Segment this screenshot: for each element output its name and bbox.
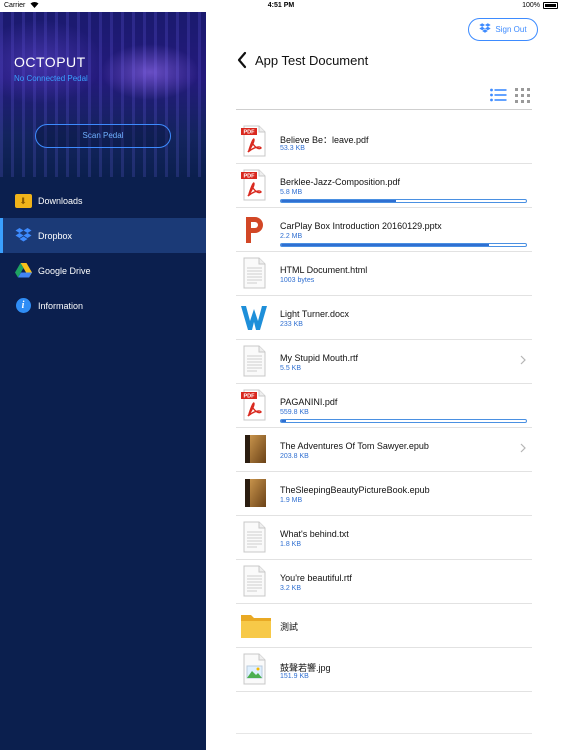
file-row[interactable]: The Adventures Of Tom Sawyer.epub 203.8 K… xyxy=(236,428,532,472)
document-icon xyxy=(240,565,268,597)
download-progress-bar xyxy=(280,199,527,203)
file-size: 559.8 KB xyxy=(280,409,309,416)
word-icon xyxy=(240,301,268,333)
document-icon xyxy=(240,345,268,377)
download-progress-fill xyxy=(281,200,397,202)
sidebar: OCTOPUT No Connected Pedal Scan Pedal Do… xyxy=(0,12,206,750)
file-row[interactable]: HTML Document.html 1003 bytes xyxy=(236,252,532,296)
file-size: 203.8 KB xyxy=(280,453,309,460)
pdf-icon: PDF xyxy=(240,389,268,421)
file-name: What's behind.txt xyxy=(280,529,349,539)
file-row[interactable]: Light Turner.docx 233 KB xyxy=(236,296,532,340)
powerpoint-icon xyxy=(240,213,268,245)
clock: 4:51 PM xyxy=(267,2,295,9)
info-icon: i xyxy=(14,298,32,314)
file-size: 233 KB xyxy=(280,321,303,328)
file-size: 1.8 KB xyxy=(280,541,302,548)
divider xyxy=(236,733,532,734)
battery-percentage: 100% xyxy=(522,2,540,9)
download-progress-fill xyxy=(281,244,490,246)
file-name: CarPlay Box Introduction 20160129.pptx xyxy=(280,221,442,231)
file-name: The Adventures Of Tom Sawyer.epub xyxy=(280,441,429,451)
pdf-icon: PDF xyxy=(240,169,268,201)
file-row[interactable]: PDF Berklee-Jazz-Composition.pdf 5.8 MB xyxy=(236,164,532,208)
battery-icon xyxy=(543,2,558,9)
divider xyxy=(236,109,532,110)
dropbox-icon xyxy=(14,228,32,244)
app-title: OCTOPUT xyxy=(14,54,86,70)
google-drive-icon xyxy=(14,263,32,279)
sidebar-nav: Downloads Dropbox Google Drive i Infor xyxy=(0,183,206,323)
sign-out-label: Sign Out xyxy=(495,25,527,34)
file-name: My Stupid Mouth.rtf xyxy=(280,353,359,363)
main-panel: Sign Out App Test Document PDF Believe Be… xyxy=(206,12,562,750)
downloads-folder-icon xyxy=(14,193,32,209)
file-size: 1003 bytes xyxy=(280,277,315,284)
file-size: 53.3 KB xyxy=(280,145,305,152)
pdf-icon: PDF xyxy=(240,125,268,157)
file-row[interactable]: 測試 xyxy=(236,604,532,648)
file-name: Berklee-Jazz-Composition.pdf xyxy=(280,177,401,187)
image-file-icon xyxy=(240,653,268,685)
sidebar-item-label: Information xyxy=(38,300,84,311)
file-name: 測試 xyxy=(280,622,299,632)
download-progress-bar xyxy=(280,419,527,423)
page-title: App Test Document xyxy=(255,53,369,68)
dropbox-icon xyxy=(479,23,492,36)
file-size: 5.5 KB xyxy=(280,365,302,372)
status-bar: Carrier 4:51 PM 100% xyxy=(0,0,562,12)
sidebar-item-downloads[interactable]: Downloads xyxy=(0,183,206,218)
file-row[interactable]: PDF PAGANINI.pdf 559.8 KB xyxy=(236,384,532,428)
file-row[interactable]: 鼓聲若響.jpg 151.9 KB xyxy=(236,648,532,692)
download-progress-bar xyxy=(280,243,527,247)
list-view-icon[interactable] xyxy=(490,88,507,102)
scan-pedal-button[interactable]: Scan Pedal xyxy=(35,124,171,148)
file-size: 2.2 MB xyxy=(280,233,303,240)
file-name: You're beautiful.rtf xyxy=(280,573,352,583)
svg-text:PDF: PDF xyxy=(244,174,256,180)
sidebar-item-google-drive[interactable]: Google Drive xyxy=(0,253,206,288)
file-name: PAGANINI.pdf xyxy=(280,397,338,407)
svg-text:PDF: PDF xyxy=(244,394,256,400)
chevron-right-icon[interactable] xyxy=(520,355,526,368)
file-size: 5.8 MB xyxy=(280,189,303,196)
sidebar-hero-background xyxy=(0,12,206,177)
download-progress-fill xyxy=(281,420,286,422)
file-name: HTML Document.html xyxy=(280,265,368,275)
file-row[interactable]: CarPlay Box Introduction 20160129.pptx 2.… xyxy=(236,208,532,252)
file-name: TheSleepingBeautyPictureBook.epub xyxy=(280,485,430,495)
sidebar-item-dropbox[interactable]: Dropbox xyxy=(0,218,206,253)
file-row[interactable]: My Stupid Mouth.rtf 5.5 KB xyxy=(236,340,532,384)
file-row[interactable]: What's behind.txt 1.8 KB xyxy=(236,516,532,560)
sign-out-button[interactable]: Sign Out xyxy=(468,18,538,41)
chevron-right-icon[interactable] xyxy=(520,443,526,456)
file-size: 3.2 KB xyxy=(280,585,302,592)
document-icon xyxy=(240,521,268,553)
svg-text:PDF: PDF xyxy=(244,130,256,136)
sidebar-item-label: Dropbox xyxy=(38,230,73,241)
file-size: 151.9 KB xyxy=(280,673,309,680)
file-size: 1.9 MB xyxy=(280,497,303,504)
sidebar-item-label: Downloads xyxy=(38,195,83,206)
folder-icon xyxy=(240,609,271,641)
back-chevron-icon[interactable] xyxy=(236,51,248,69)
file-list: PDF Believe Be：leave.pdf 53.3 KB PDF Berklee… xyxy=(236,120,532,692)
sidebar-item-information[interactable]: i Information xyxy=(0,288,206,323)
document-icon xyxy=(240,257,268,289)
grid-view-icon[interactable] xyxy=(515,88,530,103)
file-row[interactable]: You're beautiful.rtf 3.2 KB xyxy=(236,560,532,604)
file-name: Light Turner.docx xyxy=(280,309,350,319)
file-row[interactable]: TheSleepingBeautyPictureBook.epub 1.9 MB xyxy=(236,472,532,516)
sidebar-item-label: Google Drive xyxy=(38,265,91,276)
pedal-status: No Connected Pedal xyxy=(14,74,88,83)
book-icon xyxy=(240,477,268,509)
book-icon xyxy=(240,433,268,465)
file-row[interactable]: PDF Believe Be：leave.pdf 53.3 KB xyxy=(236,120,532,164)
